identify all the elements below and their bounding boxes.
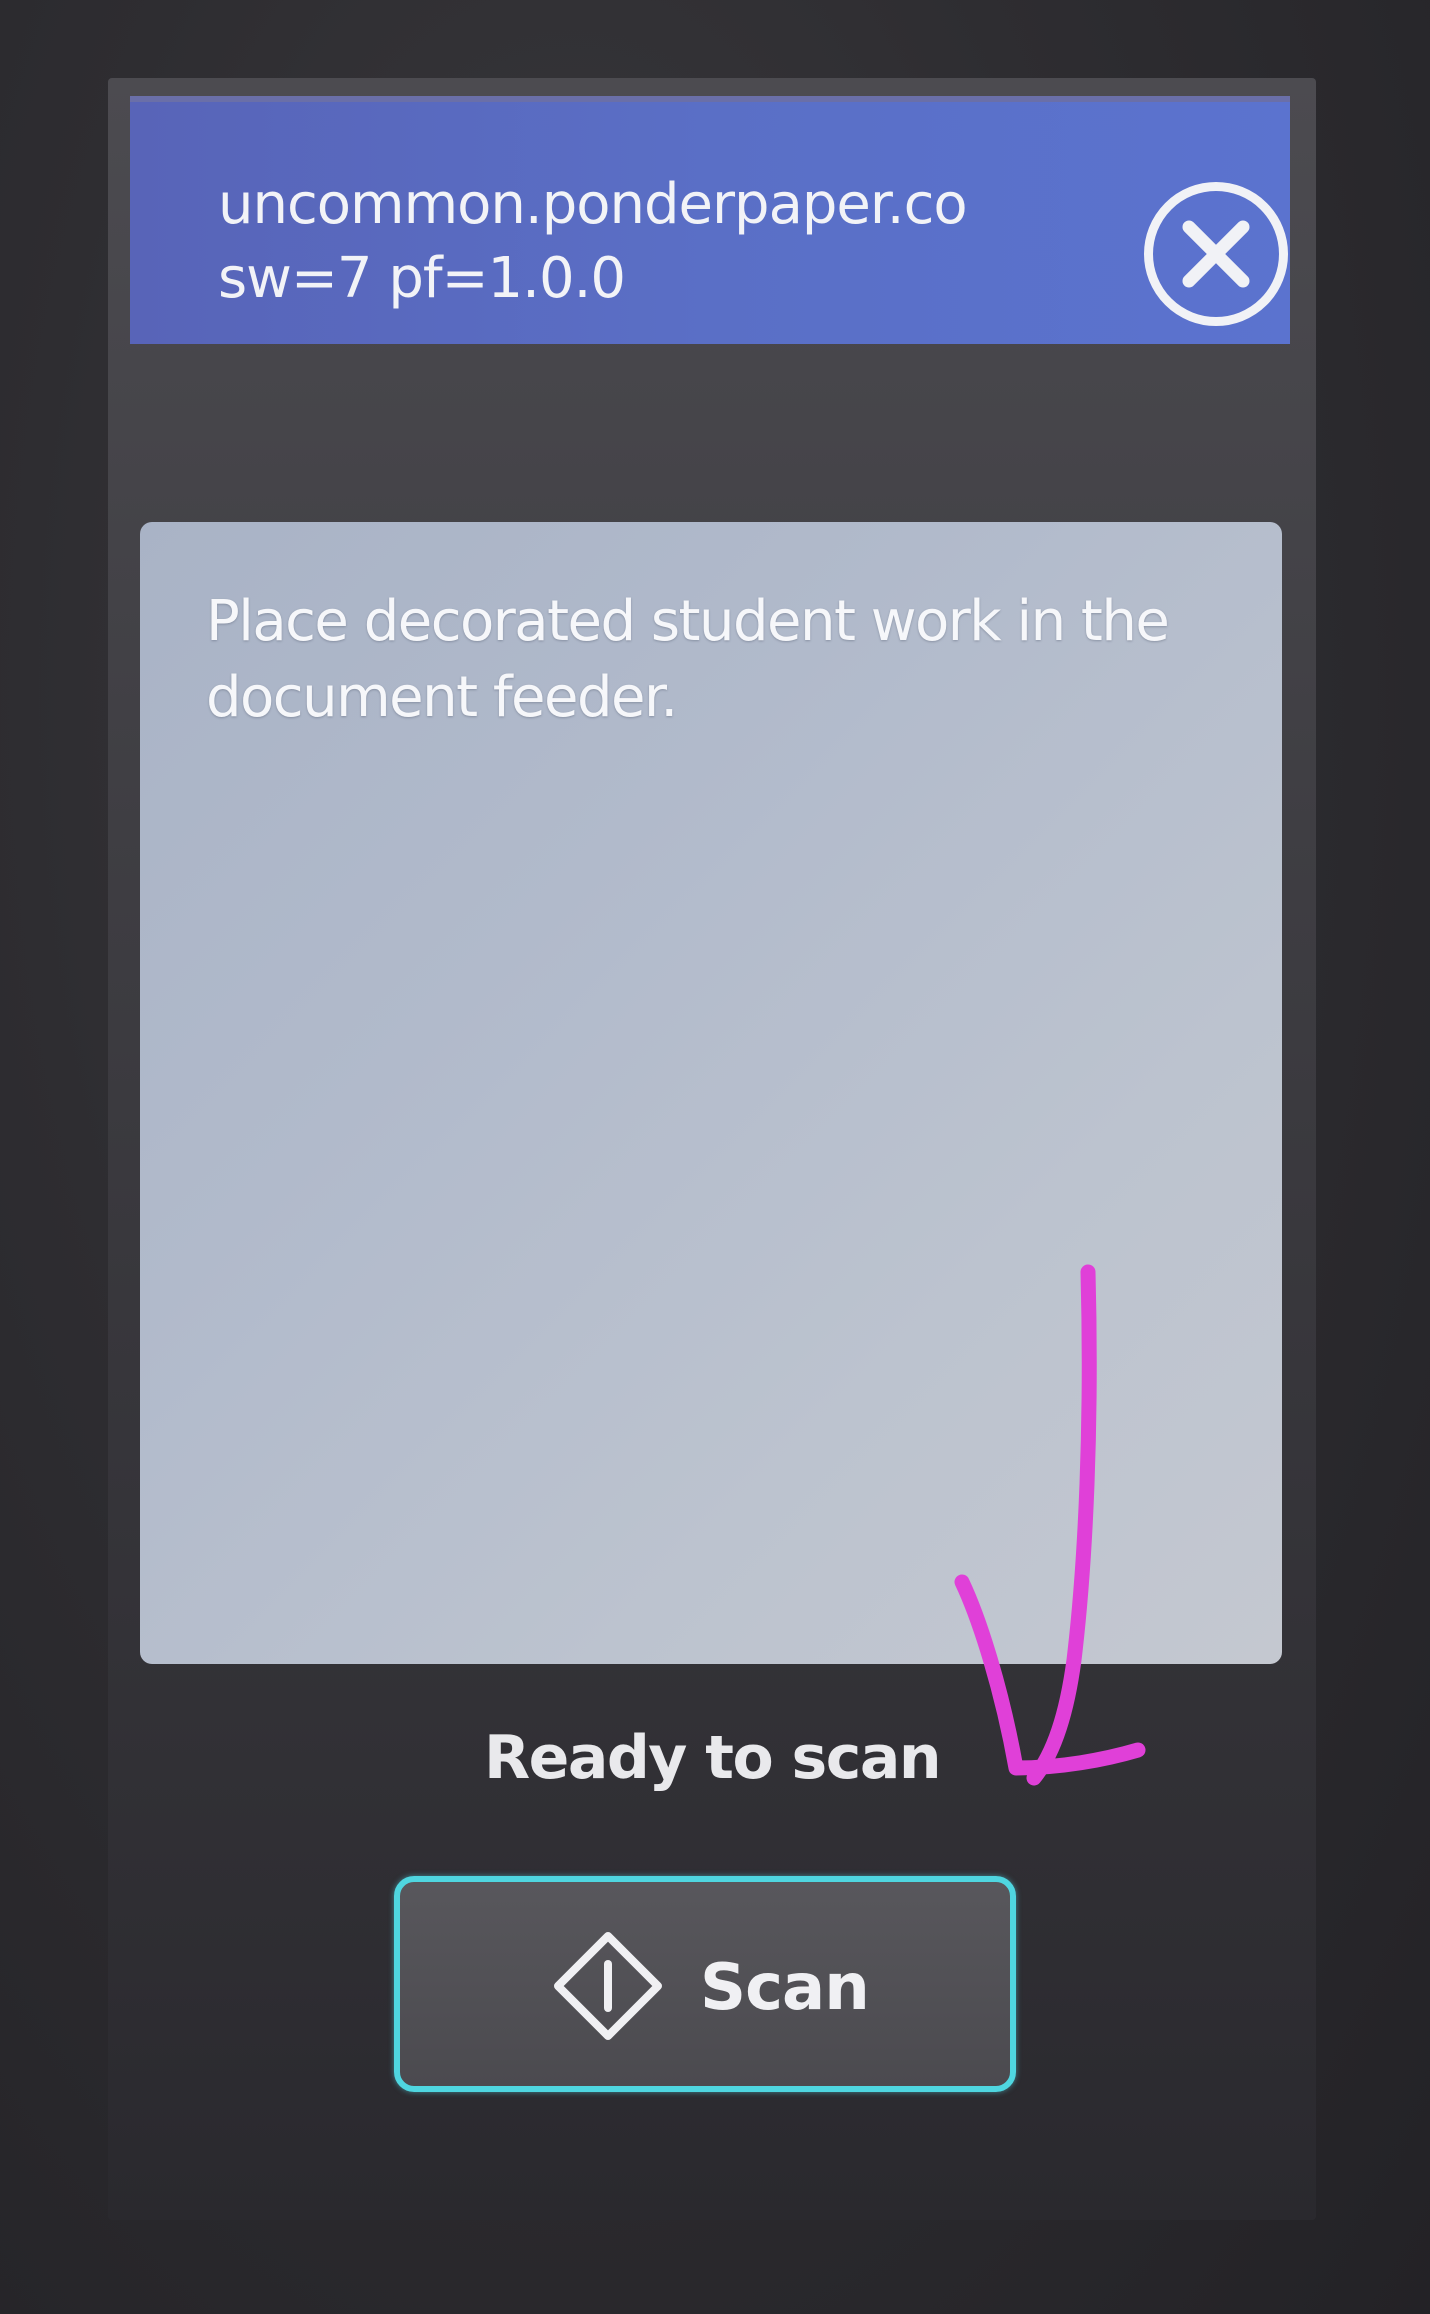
scan-button[interactable]: Scan	[394, 1876, 1016, 2092]
close-icon	[1182, 220, 1250, 288]
header-bar: uncommon.ponderpaper.co sw=7 pf=1.0.0	[130, 96, 1290, 344]
message-panel: Place decorated student work in the docu…	[140, 522, 1282, 1664]
scan-button-label: Scan	[700, 1951, 870, 2025]
header-title-line-2: sw=7 pf=1.0.0	[218, 246, 626, 311]
start-diamond-icon	[554, 1932, 662, 2040]
instruction-message: Place decorated student work in the docu…	[206, 589, 1170, 730]
status-text: Ready to scan	[483, 1723, 942, 1793]
device-screen: uncommon.ponderpaper.co sw=7 pf=1.0.0 Pl…	[108, 78, 1316, 2220]
close-button[interactable]	[1144, 182, 1288, 326]
header-title-line-1: uncommon.ponderpaper.co	[218, 172, 968, 237]
header-title: uncommon.ponderpaper.co sw=7 pf=1.0.0	[218, 168, 1118, 316]
